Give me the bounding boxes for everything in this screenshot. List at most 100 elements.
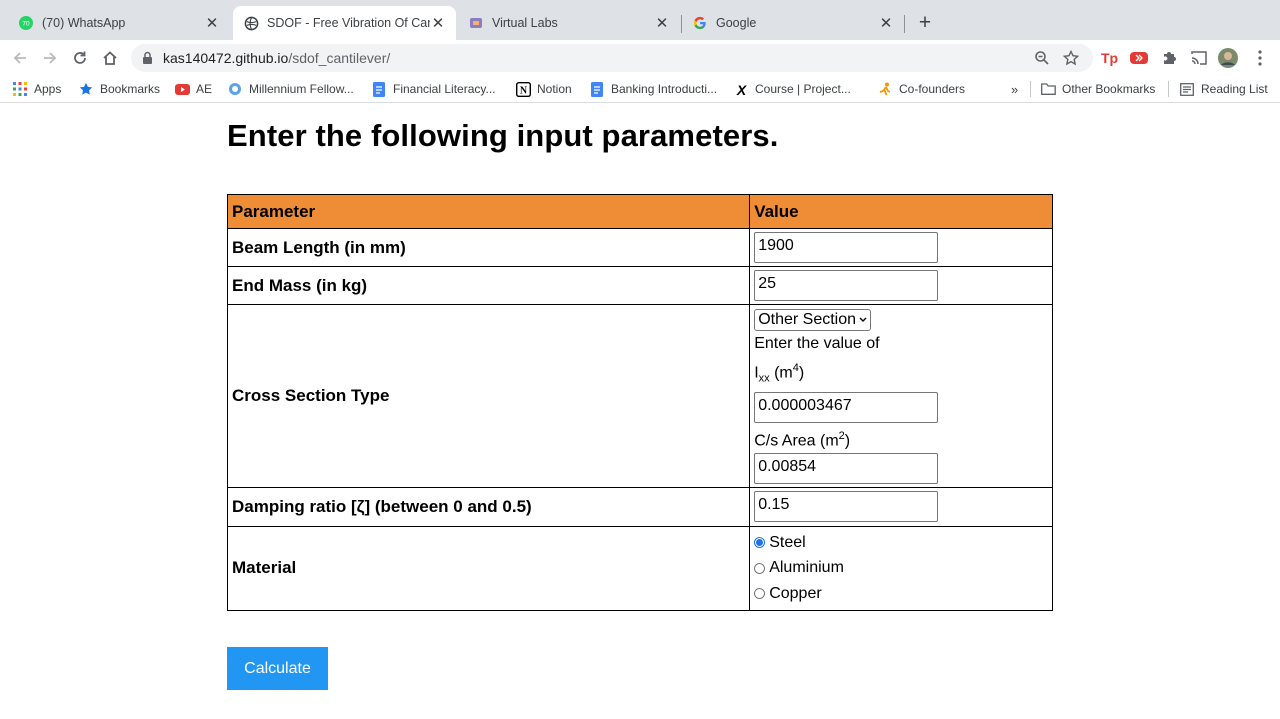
material-option-copper[interactable]: Copper (754, 581, 1048, 607)
bookmark-label: Course | Project... (755, 82, 851, 96)
area-label: C/s Area (m2) (754, 429, 851, 449)
whatsapp-icon: 70 (18, 15, 34, 31)
home-button[interactable] (98, 46, 122, 70)
bookmark-financial-literacy[interactable]: Financial Literacy... (371, 79, 496, 99)
arrow-left-icon (13, 52, 26, 64)
tab-title: (70) WhatsApp (42, 16, 126, 30)
calculate-button[interactable]: Calculate (227, 647, 328, 690)
tab-whatsapp[interactable]: 70 (70) WhatsApp ✕ (8, 6, 230, 40)
end-mass-input[interactable]: 25 (754, 270, 939, 301)
radio-button-checked[interactable] (754, 537, 766, 549)
svg-text:70: 70 (22, 21, 30, 28)
bookmark-label: Co-founders (899, 82, 966, 96)
star-icon (78, 81, 94, 97)
beam-length-cell: 1900 (749, 228, 1053, 267)
beam-length-label: Beam Length (in mm) (226, 228, 751, 267)
table-row: End Mass (in kg) 25 (226, 266, 1053, 305)
notion-icon: N (515, 81, 531, 97)
material-option-steel[interactable]: Steel (754, 530, 1048, 556)
reading-list[interactable]: Reading List (1179, 79, 1268, 99)
puzzle-extensions-icon[interactable] (1159, 48, 1179, 68)
bookmark-notion[interactable]: N Notion (515, 79, 572, 99)
other-bookmarks[interactable]: Other Bookmarks (1040, 79, 1155, 99)
close-icon[interactable]: ✕ (430, 14, 446, 32)
material-option-aluminium[interactable]: Aluminium (754, 556, 1048, 582)
folder-icon (1040, 81, 1056, 97)
radio-label: Steel (769, 533, 806, 551)
material-label: Material (226, 525, 751, 611)
bookmark-label: Other Bookmarks (1062, 82, 1156, 96)
forward-button[interactable] (38, 46, 62, 70)
back-button[interactable] (8, 46, 32, 70)
bookmark-banking-intro[interactable]: Banking Introducti... (589, 79, 717, 99)
profile-avatar[interactable] (1218, 48, 1238, 68)
page-content: Enter the following input parameters. Pa… (0, 104, 1280, 719)
x-logo-icon: X (733, 81, 749, 97)
end-mass-cell: 25 (749, 266, 1053, 305)
column-header-parameter: Parameter (226, 194, 751, 229)
beam-length-input[interactable]: 1900 (754, 232, 939, 263)
area-input[interactable]: 0.00854 (754, 452, 939, 484)
bookmark-label: Bookmarks (100, 82, 161, 96)
browser-toolbar: kas140472.github.io/sdof_cantilever/ Tp (0, 40, 1280, 76)
tab-title: Virtual Labs (492, 16, 558, 30)
bookmark-apps[interactable]: Apps (12, 79, 61, 99)
new-tab-button[interactable]: + (913, 11, 937, 35)
bookmark-label: Notion (537, 82, 572, 96)
reload-icon (74, 51, 86, 64)
bookmark-co-founders[interactable]: Co-founders (877, 79, 965, 99)
bookmark-label: Millennium Fellow... (249, 82, 354, 96)
url-text: kas140472.github.io/sdof_cantilever/ (163, 50, 391, 66)
cast-icon[interactable] (1189, 48, 1209, 68)
tab-strip: 70 (70) WhatsApp ✕ SDOF - Free Vibration… (0, 0, 1280, 40)
arrow-right-icon (44, 52, 57, 64)
close-icon[interactable]: ✕ (654, 14, 670, 32)
docs-icon (589, 81, 605, 97)
tab-title: Google (716, 16, 757, 30)
youtube-extension-icon[interactable] (1129, 48, 1149, 68)
docs-icon (371, 81, 387, 97)
tab-sdof[interactable]: SDOF - Free Vibration Of Canti ✕ (233, 6, 456, 40)
damping-ratio-label: Damping ratio [ζ] (between 0 and 0.5) (226, 486, 751, 527)
radio-button[interactable] (754, 562, 766, 574)
address-bar[interactable]: kas140472.github.io/sdof_cantilever/ (131, 44, 1093, 72)
tab-virtual-labs[interactable]: Virtual Labs ✕ (458, 6, 680, 40)
reload-button[interactable] (68, 46, 92, 70)
tab-title: SDOF - Free Vibration Of Canti (267, 16, 430, 30)
ixx-input[interactable]: 0.000003467 (754, 391, 939, 423)
zoom-icon[interactable] (1033, 49, 1051, 67)
bookmark-label: Financial Literacy... (393, 82, 496, 96)
radio-button[interactable] (754, 588, 766, 600)
radio-label: Aluminium (769, 559, 844, 577)
bookmark-course-project[interactable]: X Course | Project... (733, 79, 851, 99)
bookmark-bookmarks[interactable]: Bookmarks (78, 79, 160, 99)
close-icon[interactable]: ✕ (878, 14, 894, 32)
globe-icon (243, 15, 259, 31)
bookmark-star-icon[interactable] (1062, 49, 1080, 67)
google-icon (692, 15, 708, 31)
svg-text:N: N (519, 85, 527, 96)
bookmark-label: Apps (34, 82, 62, 96)
tp-extension-icon[interactable]: Tp (1099, 48, 1119, 68)
tab-separator (904, 15, 905, 33)
tab-google[interactable]: Google ✕ (682, 6, 904, 40)
page-title: Enter the following input parameters. (227, 118, 779, 153)
runner-icon (877, 81, 893, 97)
damping-ratio-input[interactable]: 0.15 (754, 491, 939, 523)
table-header-row: Parameter Value (226, 194, 1053, 229)
bookmarks-separator (1168, 81, 1169, 97)
more-bookmarks-chevron[interactable]: » (1011, 79, 1018, 99)
bookmark-ae[interactable]: AE (174, 79, 212, 99)
lock-icon[interactable] (142, 51, 153, 70)
chevron-down-icon (859, 315, 867, 326)
virtual-labs-icon (468, 15, 484, 31)
table-row: Material Steel Aluminium Copper (226, 525, 1053, 611)
close-icon[interactable]: ✕ (204, 14, 220, 32)
bookmarks-separator (1030, 81, 1031, 97)
menu-kebab-icon[interactable] (1250, 48, 1270, 68)
reading-list-icon (1179, 81, 1195, 97)
bookmark-millennium-fellow[interactable]: Millennium Fellow... (227, 79, 354, 99)
cross-section-select[interactable]: Other Section (754, 309, 872, 331)
globe-icon (227, 81, 243, 97)
end-mass-label: End Mass (in kg) (226, 266, 751, 305)
